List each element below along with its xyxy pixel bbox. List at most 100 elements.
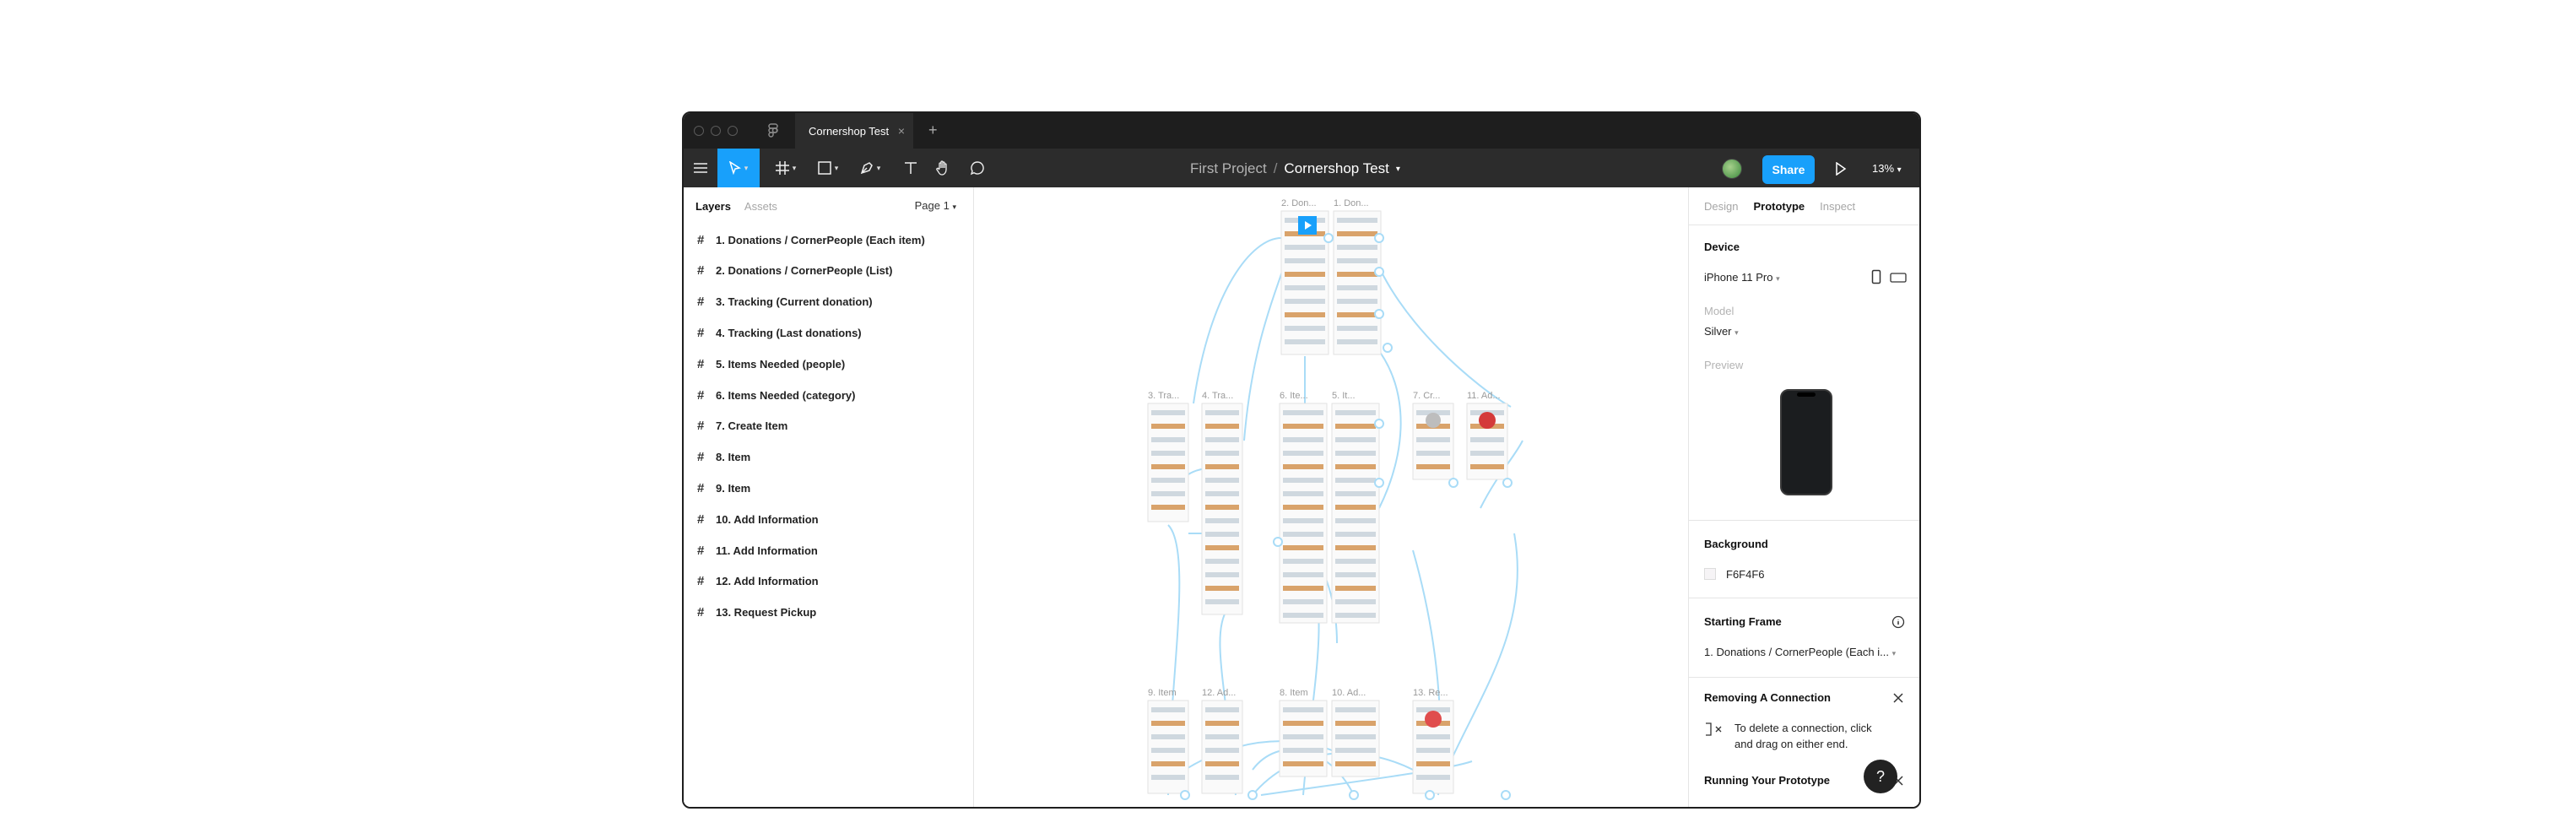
tab-layers[interactable]: Layers	[695, 200, 731, 213]
frame-content-line[interactable]	[1335, 559, 1376, 564]
frame-content-line[interactable]	[1335, 410, 1376, 415]
frame-content-line[interactable]	[1337, 299, 1377, 304]
frame-content-line[interactable]	[1205, 464, 1239, 469]
frame-content-line[interactable]	[1151, 721, 1185, 726]
frame-content-line[interactable]	[1470, 437, 1504, 442]
breadcrumb-project[interactable]: First Project	[1190, 160, 1267, 177]
layer-item[interactable]: #6. Items Needed (category)	[684, 380, 974, 410]
present-play-icon[interactable]	[1835, 162, 1847, 176]
frame-content-line[interactable]	[1416, 748, 1450, 753]
frame-content-line[interactable]	[1205, 491, 1239, 496]
prototype-connector[interactable]	[1370, 246, 1512, 408]
frame-content-line[interactable]	[1283, 599, 1323, 604]
frame-label[interactable]: 11. Ad...	[1467, 391, 1501, 401]
frame-content-line[interactable]	[1151, 734, 1185, 739]
frame-content-line[interactable]	[1285, 245, 1325, 250]
connection-handle[interactable]	[1273, 537, 1283, 547]
layer-item[interactable]: #5. Items Needed (people)	[684, 349, 974, 379]
frame-content-line[interactable]	[1151, 478, 1185, 483]
prototype-connector[interactable]	[1193, 237, 1282, 404]
frame-content-line[interactable]	[1416, 734, 1450, 739]
frame-content-line[interactable]	[1335, 518, 1376, 523]
frame-content-line[interactable]	[1335, 464, 1376, 469]
frame-content-line[interactable]	[1337, 312, 1377, 317]
frame-label[interactable]: 1. Don...	[1334, 198, 1369, 208]
frame-content-line[interactable]	[1335, 599, 1376, 604]
frame-content-line[interactable]	[1335, 734, 1376, 739]
window-maximize-button[interactable]	[728, 126, 738, 136]
frame-content-line[interactable]	[1335, 424, 1376, 429]
frame-content-line[interactable]	[1205, 775, 1239, 780]
document-tab[interactable]: Cornershop Test ×	[795, 113, 913, 149]
frame-content-line[interactable]	[1335, 451, 1376, 456]
connection-handle[interactable]	[1247, 790, 1258, 800]
tab-design[interactable]: Design	[1704, 200, 1738, 213]
frame-content-line[interactable]	[1205, 518, 1239, 523]
frame-content-line[interactable]	[1283, 410, 1323, 415]
frame-content-line[interactable]	[1205, 410, 1239, 415]
frame-content-line[interactable]	[1285, 339, 1325, 344]
frame-content-line[interactable]	[1283, 424, 1323, 429]
frame-content-line[interactable]	[1283, 532, 1323, 537]
frame-content-line[interactable]	[1205, 761, 1239, 766]
frame-content-line[interactable]	[1283, 761, 1323, 766]
connection-handle[interactable]	[1448, 478, 1458, 488]
close-tab-icon[interactable]: ×	[898, 124, 905, 138]
connection-handle[interactable]	[1374, 419, 1384, 429]
frame-label[interactable]: 13. Re...	[1413, 688, 1448, 698]
frame-content-line[interactable]	[1205, 586, 1239, 591]
frame-content-line[interactable]	[1205, 424, 1239, 429]
item-avatar[interactable]	[1479, 412, 1496, 429]
frame-content-line[interactable]	[1151, 761, 1185, 766]
breadcrumb-file[interactable]: Cornershop Test	[1284, 160, 1388, 177]
frame-tool-button[interactable]: ▾	[768, 149, 804, 187]
frame-content-line[interactable]	[1151, 748, 1185, 753]
frame-label[interactable]: 4. Tra...	[1202, 391, 1233, 401]
prototype-flow-canvas[interactable]: 2. Don... 1. Don... 3. Tra... 4. Tra... 6. I…	[974, 187, 1688, 809]
frame-content-line[interactable]	[1470, 451, 1504, 456]
frame-content-line[interactable]	[1205, 532, 1239, 537]
frame-content-line[interactable]	[1337, 231, 1377, 236]
frame-content-line[interactable]	[1151, 464, 1185, 469]
frame-content-line[interactable]	[1335, 491, 1376, 496]
frame-content-line[interactable]	[1335, 748, 1376, 753]
user-avatar[interactable]	[1722, 159, 1742, 179]
connection-handle[interactable]	[1374, 309, 1384, 319]
hand-tool-button[interactable]	[928, 149, 959, 187]
layer-item[interactable]: #10. Add Information	[684, 504, 974, 534]
prototype-connector[interactable]	[1243, 262, 1285, 441]
frame-content-line[interactable]	[1205, 451, 1239, 456]
frame-content-line[interactable]	[1283, 572, 1323, 577]
frame-content-line[interactable]	[1151, 451, 1185, 456]
frame-content-line[interactable]	[1285, 272, 1325, 277]
frame-content-line[interactable]	[1337, 326, 1377, 331]
background-color-swatch[interactable]	[1704, 568, 1716, 580]
frame-label[interactable]: 12. Ad...	[1202, 688, 1236, 698]
frame-content-line[interactable]	[1416, 451, 1450, 456]
layer-item[interactable]: #3. Tracking (Current donation)	[684, 287, 974, 317]
frame-content-line[interactable]	[1151, 505, 1185, 510]
window-minimize-button[interactable]	[711, 126, 721, 136]
zoom-dropdown[interactable]: 13% ▾	[1872, 162, 1902, 175]
starting-frame-select[interactable]: 1. Donations / CornerPeople (Each i... ▾	[1704, 646, 1896, 658]
close-icon[interactable]	[1891, 691, 1905, 705]
frame-content-line[interactable]	[1337, 272, 1377, 277]
help-button[interactable]: ?	[1864, 760, 1897, 793]
frame-content-line[interactable]	[1335, 478, 1376, 483]
pickup-icon[interactable]	[1425, 711, 1442, 728]
camera-icon[interactable]	[1426, 413, 1441, 428]
frame-content-line[interactable]	[1285, 312, 1325, 317]
frame-label[interactable]: 3. Tra...	[1148, 391, 1179, 401]
connection-handle[interactable]	[1383, 343, 1393, 353]
tab-inspect[interactable]: Inspect	[1820, 200, 1855, 213]
info-icon[interactable]	[1891, 615, 1905, 629]
shape-tool-button[interactable]: ▾	[810, 149, 846, 187]
layer-item[interactable]: #4. Tracking (Last donations)	[684, 317, 974, 348]
background-color-value[interactable]: F6F4F6	[1726, 568, 1765, 581]
frame-content-line[interactable]	[1151, 437, 1185, 442]
frame-content-line[interactable]	[1416, 437, 1450, 442]
frame-content-line[interactable]	[1335, 761, 1376, 766]
frame-content-line[interactable]	[1205, 572, 1239, 577]
frame-content-line[interactable]	[1205, 478, 1239, 483]
connection-handle[interactable]	[1374, 233, 1384, 243]
